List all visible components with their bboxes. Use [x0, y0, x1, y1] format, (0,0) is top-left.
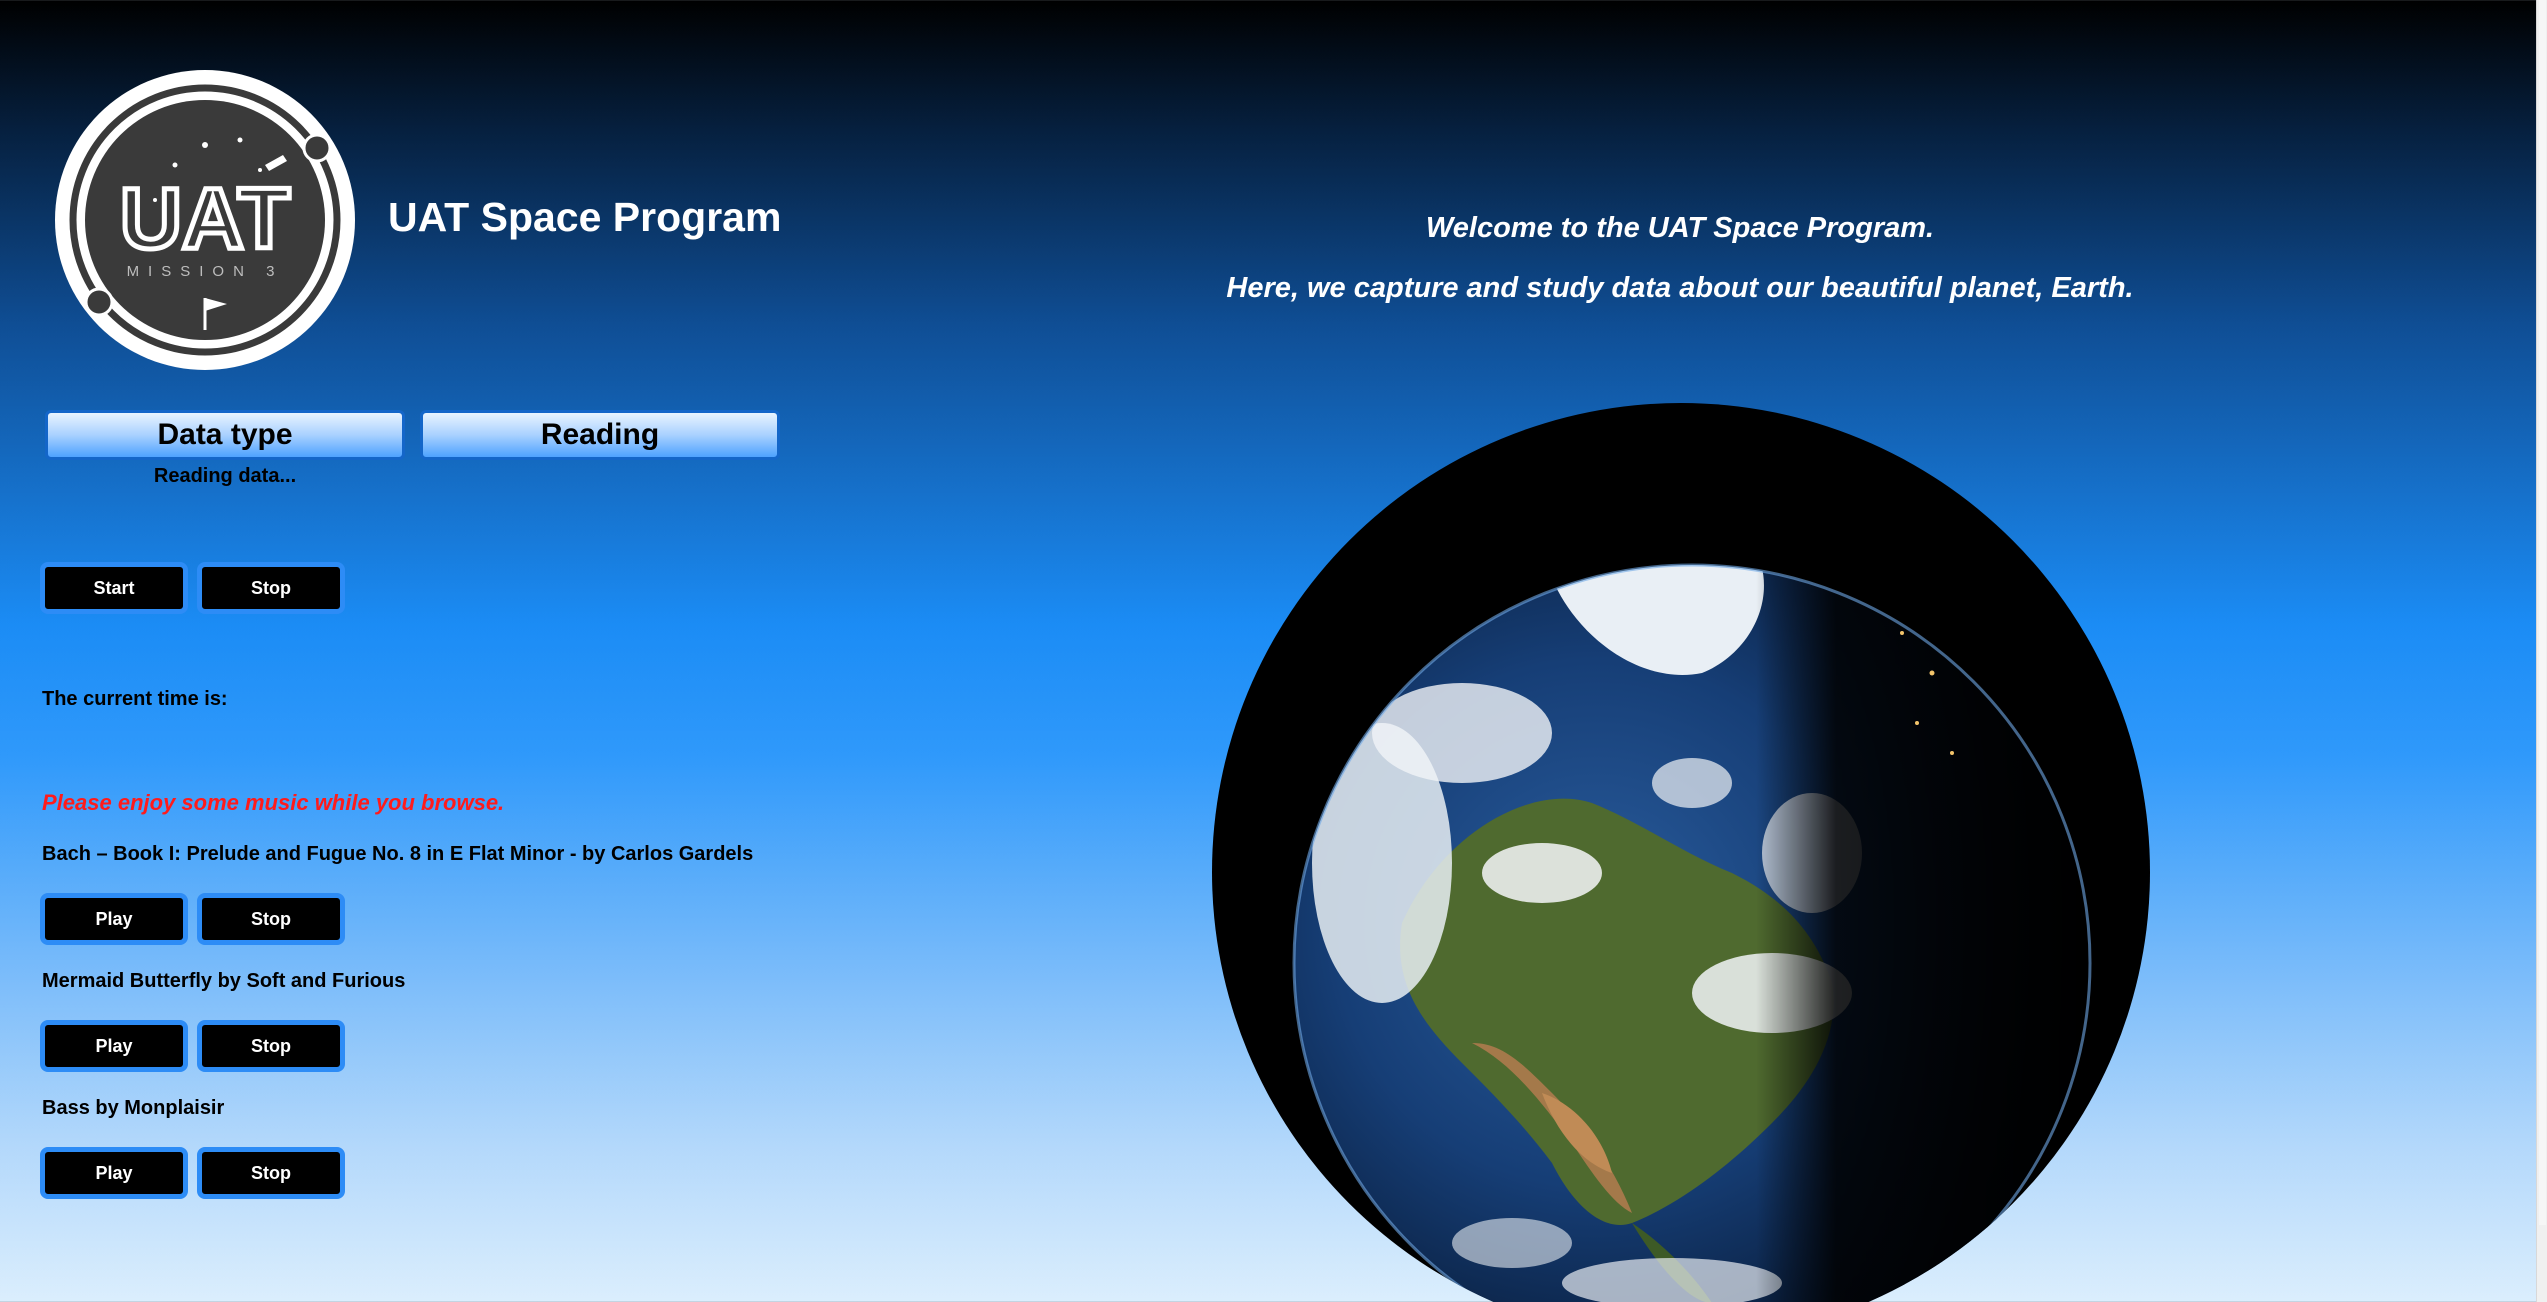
earth-image-frame	[1212, 403, 2150, 1302]
earth-globe-image-icon	[1292, 563, 2092, 1302]
track-title: Bass by Monplaisir	[42, 1097, 225, 1119]
music-invite-text: Please enjoy some music while you browse…	[42, 790, 505, 815]
current-time-label: The current time is:	[42, 688, 228, 710]
track-title: Bach – Book I: Prelude and Fugue No. 8 i…	[42, 843, 754, 865]
tab-reading[interactable]: Reading	[420, 410, 780, 460]
stop-button[interactable]: Stop	[197, 562, 345, 614]
tab-data-type[interactable]: Data type	[45, 410, 405, 460]
play-button-track-3[interactable]: Play	[40, 1147, 188, 1199]
track-title: Mermaid Butterfly by Soft and Furious	[42, 970, 406, 992]
stop-button-track-1[interactable]: Stop	[197, 893, 345, 945]
scrollbar-thumb[interactable]	[2539, 0, 2546, 1225]
welcome-heading: Welcome to the UAT Space Program.	[1425, 212, 1935, 244]
vertical-scrollbar[interactable]	[2536, 0, 2547, 1302]
reading-status: Reading data...	[153, 465, 297, 487]
uat-mission-3-logo-icon: UAT MISSION 3	[62, 77, 348, 363]
stop-button-track-3[interactable]: Stop	[197, 1147, 345, 1199]
stop-button-track-2[interactable]: Stop	[197, 1020, 345, 1072]
logo-subtitle: MISSION 3	[127, 263, 284, 280]
uat-mission-logo: UAT MISSION 3	[55, 70, 355, 370]
welcome-subheading: Here, we capture and study data about ou…	[1226, 272, 2134, 304]
logo-letters: UAT	[120, 171, 290, 267]
play-button-track-1[interactable]: Play	[40, 893, 188, 945]
play-button-track-2[interactable]: Play	[40, 1020, 188, 1072]
start-button[interactable]: Start	[40, 562, 188, 614]
site-title: UAT Space Program	[388, 194, 782, 240]
